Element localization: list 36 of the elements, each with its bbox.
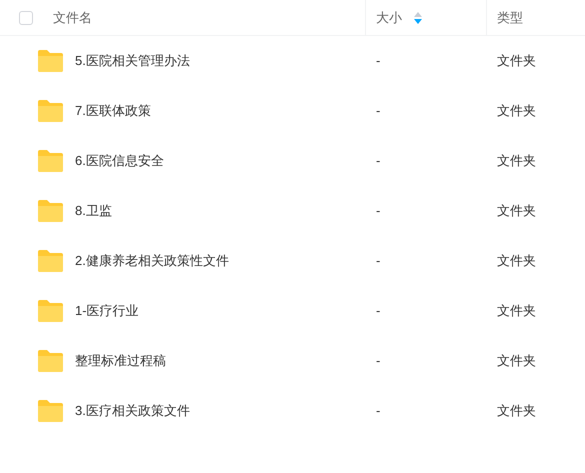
column-header[interactable]: 类型 (497, 8, 523, 28)
folder-icon (38, 150, 63, 172)
folder-icon (38, 400, 63, 422)
type-cell: 文件夹 (497, 403, 536, 418)
type-cell: 文件夹 (497, 303, 536, 318)
size-cell: - (376, 53, 380, 68)
folder-icon (38, 200, 63, 222)
size-cell: - (376, 403, 380, 418)
size-cell: - (376, 303, 380, 318)
folder-name[interactable]: 3.医疗相关政策文件 (75, 401, 190, 421)
size-cell: - (376, 153, 380, 168)
size-cell: - (376, 203, 380, 218)
type-cell: 文件夹 (497, 53, 536, 68)
size-cell: - (376, 253, 380, 268)
folder-name[interactable]: 2.健康养老相关政策性文件 (75, 251, 229, 271)
type-cell: 文件夹 (497, 103, 536, 118)
folder-icon (38, 350, 63, 372)
folder-icon (38, 100, 63, 122)
type-cell: 文件夹 (497, 253, 536, 268)
folder-name[interactable]: 8.卫监 (75, 201, 112, 221)
size-cell: - (376, 353, 380, 368)
folder-name[interactable]: 7.医联体政策 (75, 101, 151, 121)
select-all-checkbox[interactable] (19, 10, 33, 24)
size-cell: - (376, 103, 380, 118)
type-cell: 文件夹 (497, 203, 536, 218)
folder-icon (38, 250, 63, 272)
folder-icon (38, 50, 63, 72)
folder-name[interactable]: 1-医疗行业 (75, 301, 139, 321)
column-header[interactable]: 文件名 (53, 8, 92, 28)
type-cell: 文件夹 (497, 153, 536, 168)
type-cell: 文件夹 (497, 353, 536, 368)
column-header[interactable]: 大小 (376, 8, 402, 28)
folder-name[interactable]: 整理标准过程稿 (75, 351, 166, 371)
folder-icon (38, 300, 63, 322)
folder-name[interactable]: 5.医院相关管理办法 (75, 51, 190, 71)
folder-name[interactable]: 6.医院信息安全 (75, 151, 164, 171)
